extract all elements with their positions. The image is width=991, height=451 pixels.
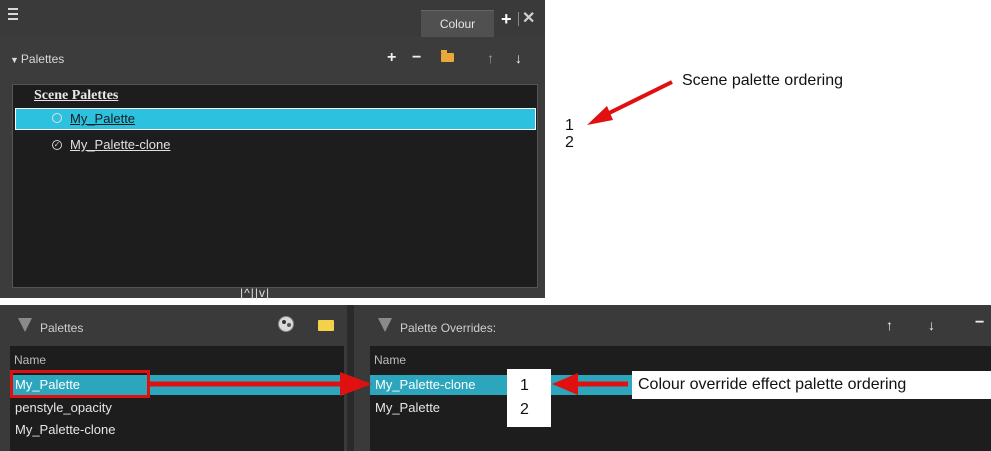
remove-icon[interactable]: − bbox=[412, 48, 421, 68]
move-down-icon[interactable]: ↓ bbox=[928, 315, 935, 335]
menu-icon[interactable] bbox=[8, 8, 20, 22]
folder-icon[interactable] bbox=[441, 50, 454, 62]
titlebar-divider bbox=[518, 12, 519, 26]
override-ordering-label: Colour override effect palette ordering bbox=[632, 371, 991, 399]
radio-icon[interactable] bbox=[52, 113, 62, 123]
scene-palettes-title: Scene Palettes bbox=[34, 88, 119, 103]
palettes-panel-title: Palettes bbox=[40, 321, 84, 335]
palettes-section-title: Palettes bbox=[20, 52, 65, 66]
resize-handle[interactable]: |^||v| bbox=[240, 287, 270, 299]
add-view-icon[interactable]: + bbox=[501, 9, 512, 29]
palette-row-label[interactable]: My_Palette bbox=[70, 109, 135, 129]
move-up-icon[interactable]: ↑ bbox=[487, 48, 494, 68]
palette-browser-icon[interactable] bbox=[278, 316, 294, 332]
checked-radio-icon[interactable]: ✓ bbox=[52, 140, 62, 150]
palette-overrides-title: Palette Overrides: bbox=[400, 321, 497, 335]
palette-row-label[interactable]: My_Palette-clone bbox=[70, 135, 170, 155]
order-number: 2 bbox=[520, 401, 529, 418]
folder-icon[interactable] bbox=[318, 320, 334, 331]
annotation-arrows bbox=[150, 372, 628, 396]
order-number: 1 bbox=[565, 117, 574, 134]
move-down-icon[interactable]: ↓ bbox=[515, 48, 522, 68]
scene-ordering-arrow bbox=[587, 80, 673, 125]
collapse-triangle-icon[interactable] bbox=[378, 318, 392, 332]
collapse-triangle-icon[interactable] bbox=[18, 318, 32, 332]
column-header-name[interactable]: Name bbox=[14, 352, 46, 368]
close-icon[interactable]: ✕ bbox=[522, 9, 535, 29]
remove-icon[interactable]: − bbox=[975, 313, 984, 333]
order-number: 2 bbox=[565, 134, 574, 151]
collapse-triangle-icon[interactable]: ▼ bbox=[10, 55, 19, 65]
tab-colour[interactable]: Colour bbox=[421, 10, 494, 37]
add-icon[interactable]: + bbox=[387, 48, 396, 68]
palettes-section-header[interactable]: ▼ Palettes bbox=[10, 50, 64, 69]
scene-ordering-label: Scene palette ordering bbox=[682, 72, 843, 89]
move-up-icon[interactable]: ↑ bbox=[886, 315, 893, 335]
colour-panel: Colour + ✕ ▼ Palettes + − ↑ ↓ Scene Palet… bbox=[0, 0, 545, 299]
list-item[interactable]: My_Palette-clone bbox=[15, 421, 115, 439]
highlight-box bbox=[10, 370, 150, 398]
list-item[interactable]: penstyle_opacity bbox=[15, 399, 112, 417]
list-item[interactable]: My_Palette bbox=[375, 399, 440, 417]
column-header-name[interactable]: Name bbox=[374, 352, 406, 368]
